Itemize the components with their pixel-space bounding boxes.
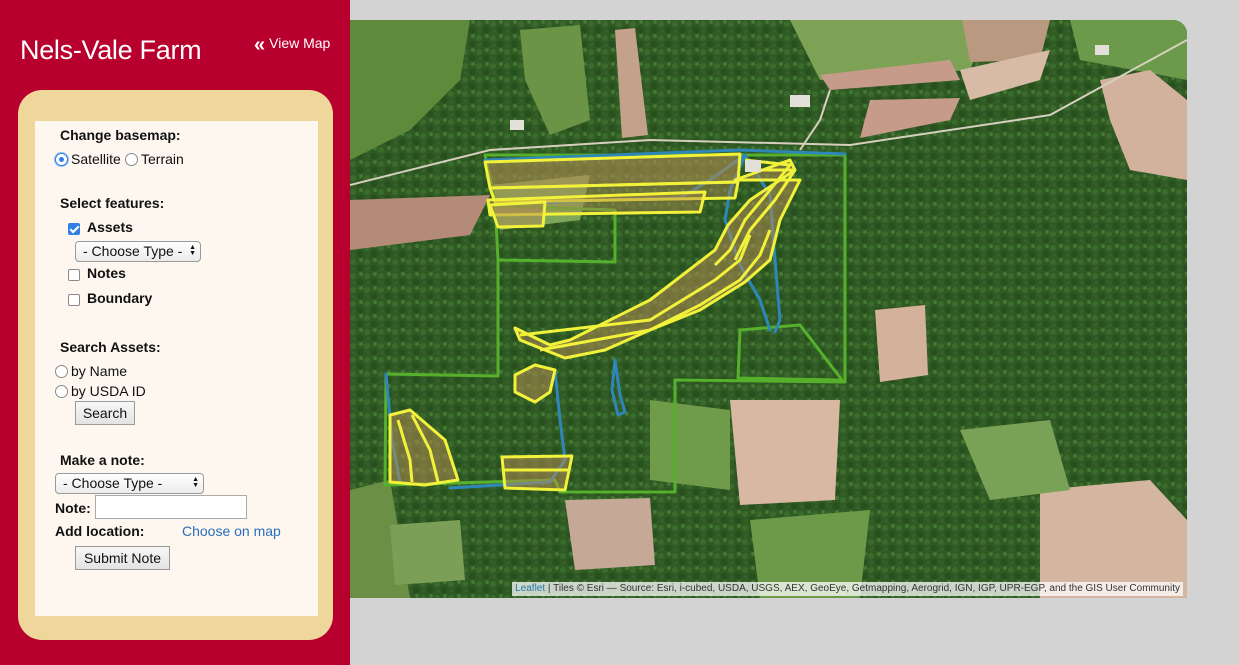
notes-checkbox[interactable]: [68, 269, 80, 281]
basemap-terrain-label: Terrain: [141, 151, 184, 167]
view-map-link[interactable]: «View Map: [254, 31, 331, 56]
basemap-satellite-radio[interactable]: [55, 153, 68, 166]
features-heading: Select features:: [60, 195, 165, 211]
assets-checkbox[interactable]: [68, 223, 80, 235]
note-input[interactable]: [95, 495, 247, 519]
search-by-name-label: by Name: [71, 363, 128, 379]
asset-type-select[interactable]: - Choose Type - ▲ ▼: [75, 241, 201, 262]
search-by-usda-label: by USDA ID: [71, 383, 146, 399]
page-title: Nels-Vale Farm: [20, 35, 202, 65]
control-panel-body: Change basemap: Satellite Terrain Select…: [35, 121, 318, 616]
search-by-usda-radio[interactable]: [55, 385, 68, 398]
notes-label: Notes: [87, 265, 126, 281]
leaflet-link[interactable]: Leaflet: [515, 583, 545, 594]
asset-type-select-value: - Choose Type -: [83, 243, 183, 259]
search-button[interactable]: Search: [75, 401, 135, 425]
search-heading: Search Assets:: [60, 339, 161, 355]
boundary-label: Boundary: [87, 290, 153, 306]
map-view[interactable]: Leaflet | Tiles © Esri — Source: Esri, i…: [350, 20, 1187, 598]
attribution-text: | Tiles © Esri — Source: Esri, i-cubed, …: [545, 583, 1180, 594]
basemap-satellite-label: Satellite: [71, 151, 121, 167]
satellite-basemap: [350, 20, 1187, 598]
submit-note-button[interactable]: Submit Note: [75, 546, 170, 570]
note-type-select-value: - Choose Type -: [63, 475, 163, 491]
map-attribution: Leaflet | Tiles © Esri — Source: Esri, i…: [512, 582, 1183, 596]
add-location-label: Add location:: [55, 523, 145, 539]
double-chevron-left-icon: «: [254, 34, 266, 56]
basemap-terrain-radio[interactable]: [125, 153, 138, 166]
select-arrows-icon: ▲ ▼: [189, 244, 196, 257]
view-map-label: View Map: [269, 35, 331, 51]
note-label: Note:: [55, 500, 91, 516]
choose-on-map-link[interactable]: Choose on map: [182, 523, 281, 539]
search-by-name-radio[interactable]: [55, 365, 68, 378]
select-arrows-icon: ▲ ▼: [192, 476, 199, 489]
basemap-heading: Change basemap:: [60, 127, 181, 143]
sidebar: Nels-Vale Farm «View Map Change basemap:…: [0, 0, 350, 665]
assets-label: Assets: [87, 219, 133, 235]
control-panel: Change basemap: Satellite Terrain Select…: [18, 90, 333, 640]
note-heading: Make a note:: [60, 452, 145, 468]
note-type-select[interactable]: - Choose Type - ▲ ▼: [55, 473, 204, 494]
boundary-checkbox[interactable]: [68, 294, 80, 306]
